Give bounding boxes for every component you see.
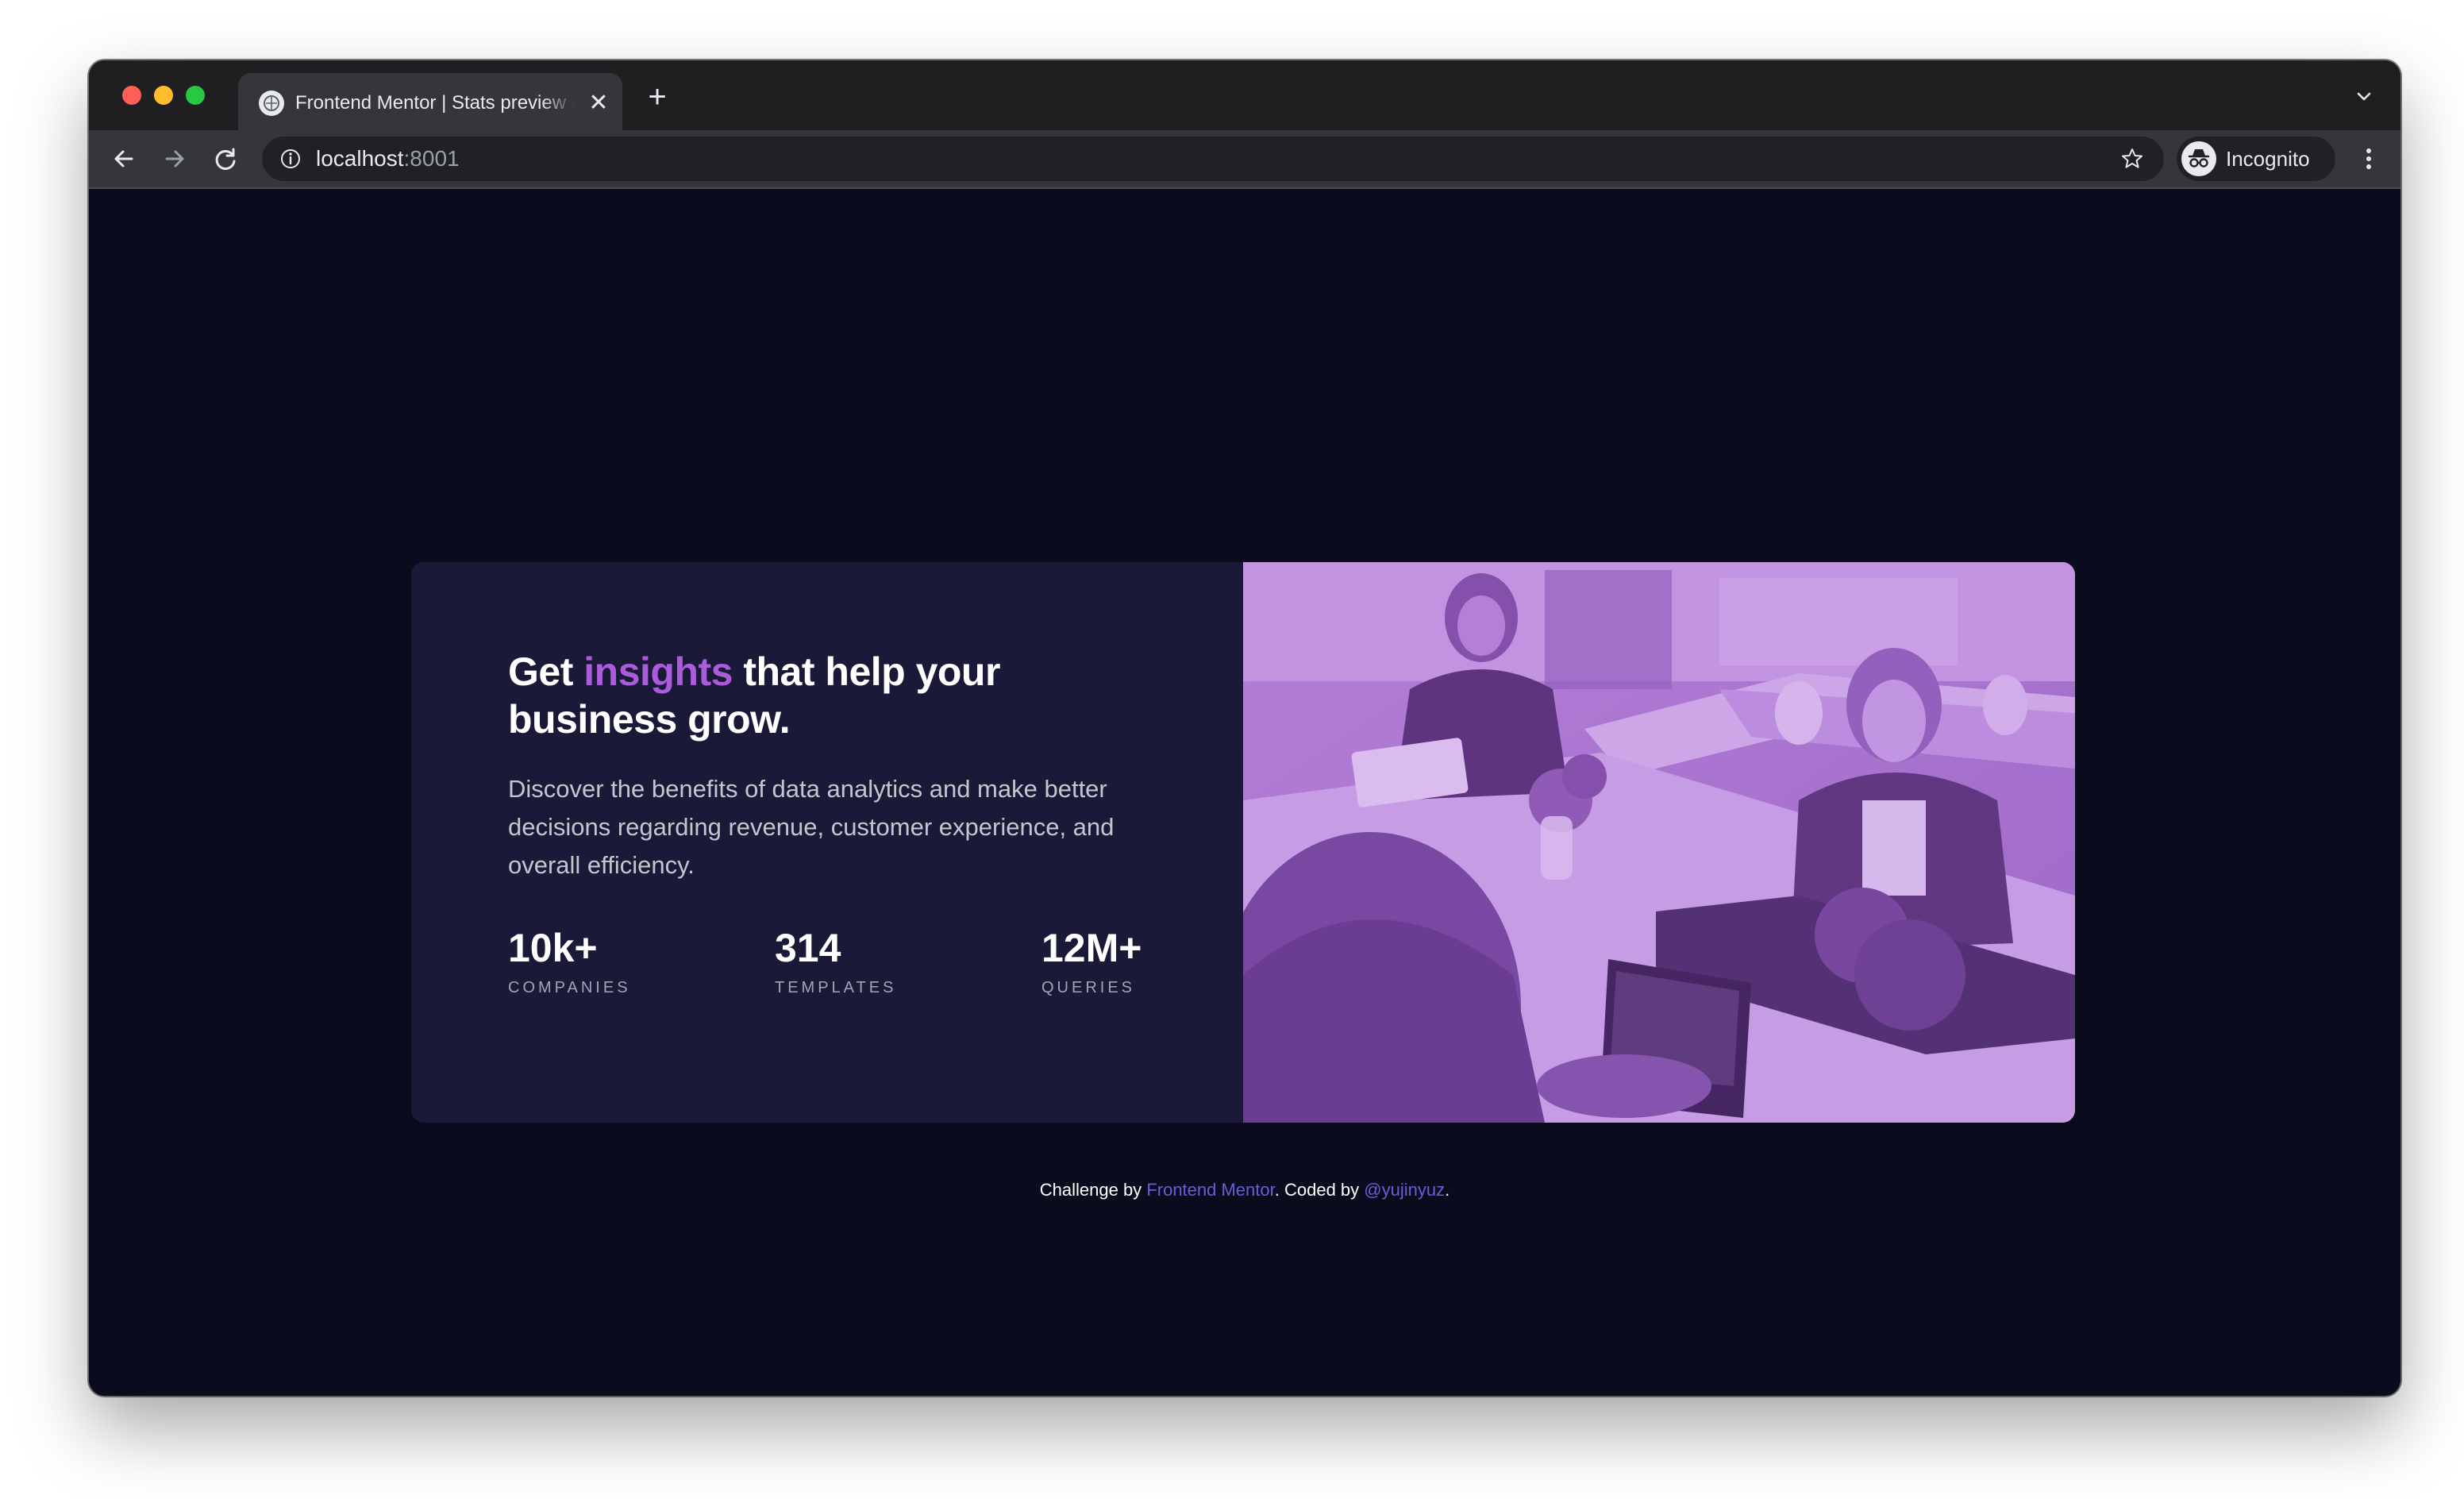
tab-strip: Frontend Mentor | Stats preview card com…	[89, 60, 2400, 130]
kebab-icon[interactable]	[2350, 140, 2388, 178]
close-tab-icon[interactable]: ✕	[584, 89, 613, 118]
profile-label: Incognito	[2226, 147, 2310, 171]
card-heading: Get insights that help your business gro…	[508, 648, 1159, 743]
author-link[interactable]: @yujinyuz	[1364, 1180, 1445, 1200]
attribution-middle: . Coded by	[1274, 1180, 1360, 1200]
reload-icon[interactable]	[206, 140, 244, 178]
zoom-window-button[interactable]	[186, 86, 205, 105]
heading-start: Get	[508, 649, 573, 694]
arrow-right-icon[interactable]	[156, 140, 194, 178]
stat-templates: 314 TEMPLATES	[775, 924, 896, 999]
tab-title: Frontend Mentor | Stats preview card com…	[295, 92, 575, 114]
browser-window: Frontend Mentor | Stats preview card com…	[89, 60, 2400, 1396]
attribution-suffix: .	[1445, 1180, 1450, 1200]
stats-preview-card: Get insights that help your business gro…	[411, 562, 2075, 1123]
page-viewport: Get insights that help your business gro…	[89, 189, 2400, 1396]
info-icon[interactable]	[279, 148, 302, 170]
stat-value: 10k+	[508, 926, 598, 970]
card-description: Discover the benefits of data analytics …	[508, 775, 1115, 879]
heading-end: that help your business grow.	[508, 649, 1000, 742]
stat-value: 12M+	[1041, 926, 1142, 970]
browser-toolbar: localhost:8001 Incognito	[89, 130, 2400, 189]
stat-label: QUERIES	[1041, 979, 1136, 996]
card-content: Get insights that help your business gro…	[411, 562, 1243, 1123]
star-icon[interactable]	[2119, 146, 2145, 171]
frontend-mentor-link[interactable]: Frontend Mentor	[1146, 1180, 1274, 1200]
url-port: :8001	[403, 146, 460, 171]
profile-button[interactable]: Incognito	[2177, 137, 2335, 181]
tab-active[interactable]: Frontend Mentor | Stats preview card com…	[238, 73, 622, 130]
office-photo	[1219, 562, 2075, 1123]
arrow-left-icon[interactable]	[105, 140, 143, 178]
incognito-icon	[2181, 141, 2216, 176]
new-tab-button[interactable]: +	[641, 81, 673, 113]
attribution-prefix: Challenge by	[1039, 1180, 1142, 1200]
address-bar[interactable]: localhost:8001	[262, 137, 2164, 181]
stat-value: 314	[775, 926, 841, 970]
heading-accent: insights	[583, 649, 733, 694]
url-host: localhost	[316, 146, 404, 171]
url-text[interactable]: localhost:8001	[316, 145, 460, 173]
close-window-button[interactable]	[122, 86, 141, 105]
chevron-down-icon[interactable]	[2350, 83, 2378, 111]
stat-label: COMPANIES	[508, 979, 631, 996]
attribution: Challenge by Frontend Mentor. Coded by @…	[89, 1178, 2400, 1202]
minimize-window-button[interactable]	[154, 86, 173, 105]
stat-companies: 10k+ COMPANIES	[508, 924, 631, 999]
stat-label: TEMPLATES	[775, 979, 897, 996]
stat-queries: 12M+ QUERIES	[1041, 924, 1142, 999]
globe-icon	[259, 91, 284, 116]
